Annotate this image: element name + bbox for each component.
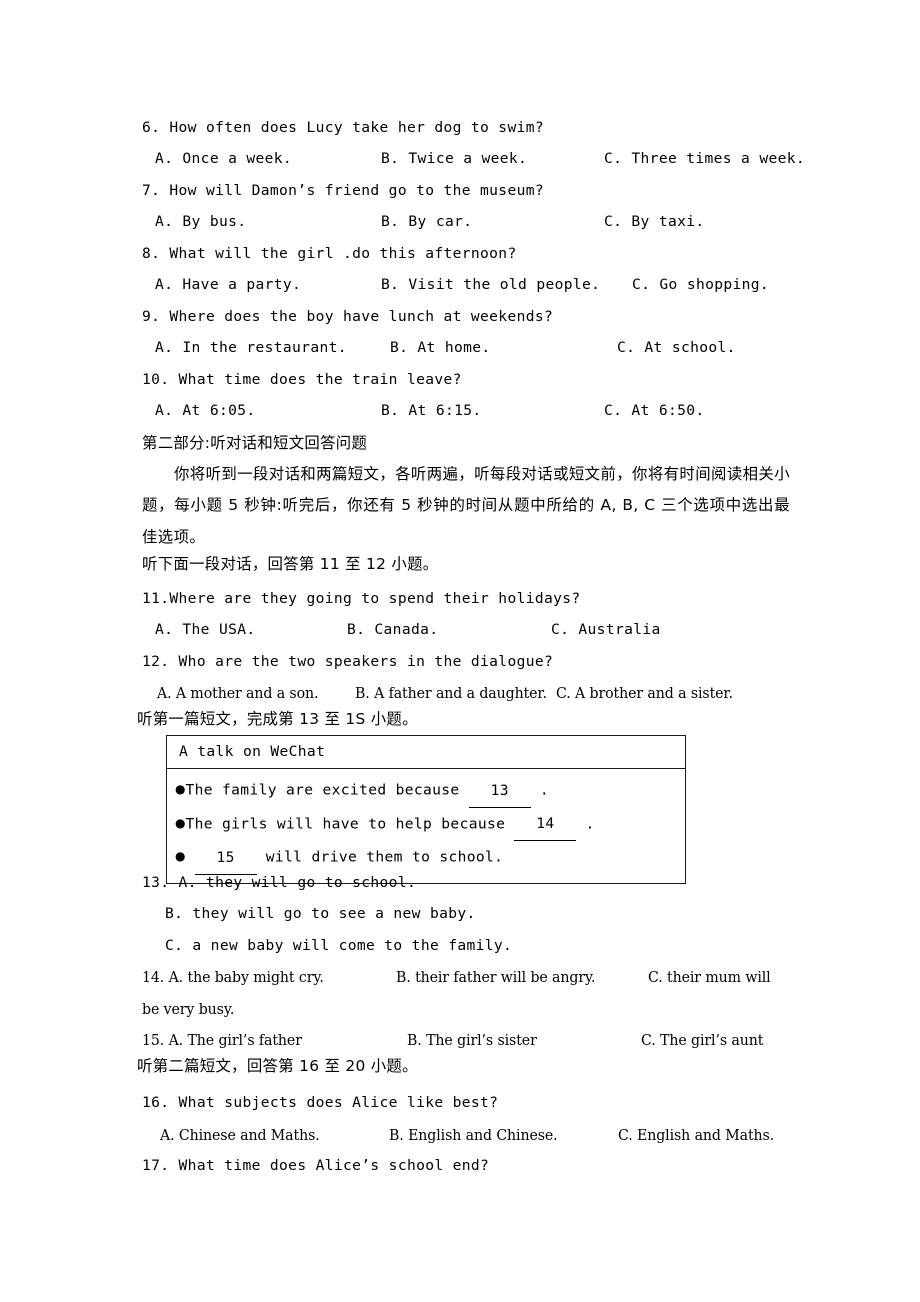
question-13-option-c: C. a new baby will come to the family. — [165, 937, 513, 954]
blank-14[interactable]: 14 — [514, 809, 577, 841]
dialogue-cue: 听下面一段对话，回答第 11 至 12 小题。 — [142, 555, 439, 573]
question-15-option-a: 15. A. The girl’s father — [142, 1031, 302, 1049]
question-8-option-c: C. Go shopping. — [632, 276, 770, 293]
question-10-option-a: A. At 6:05. — [155, 402, 256, 419]
question-7-stem-text: 7. How will Damon’s friend go to the mus… — [142, 182, 544, 199]
passage-one-cue: 听第一篇短文，完成第 13 至 1S 小题。 — [137, 710, 418, 728]
question-14-option-c: C. their mum will — [648, 968, 771, 986]
question-10-option-b: B. At 6:15. — [381, 402, 482, 419]
question-6-option-c: C. Three times a week. — [604, 150, 805, 167]
passage-two-cue: 听第二篇短文，回答第 16 至 20 小题。 — [137, 1057, 418, 1075]
question-6-option-b: B. Twice a week. — [381, 150, 528, 167]
question-14-option-b: B. their father will be angry. — [396, 968, 596, 986]
wechat-note-row-14: ●The girls will have to help because 14 … — [175, 808, 675, 841]
question-10-option-c: C. At 6:50. — [604, 402, 705, 419]
question-10-stem: 10. What time does the train leave? — [142, 371, 462, 388]
bullet-icon: ● — [175, 849, 186, 863]
blank-13[interactable]: 13 — [468, 776, 531, 808]
bullet-icon: ● — [175, 782, 186, 796]
question-7-option-c: C. By taxi. — [604, 213, 705, 230]
wechat-row-14-before: The girls will have to help because — [185, 815, 506, 832]
question-16-option-c: C. English and Maths. — [618, 1126, 775, 1144]
wechat-note-body: ●The family are excited because 13 . ●Th… — [167, 769, 685, 883]
question-9-option-c: C. At school. — [617, 339, 736, 356]
question-11-stem: 11.Where are they going to spend their h… — [142, 590, 581, 607]
wechat-row-13-before: The family are excited because — [185, 781, 460, 799]
part-two-instructions: 你将听到一段对话和两篇短文，各听两遍，听每段对话或短文前，你将有时间阅读相关小题… — [142, 465, 790, 546]
exam-page: 6. How often does Lucy take her dog to s… — [0, 0, 920, 1302]
question-8-option-a: A. Have a party. — [155, 276, 302, 293]
question-8-option-b: B. Visit the old people. — [381, 276, 601, 293]
question-9-option-b: B. At home. — [390, 339, 491, 356]
question-14-wrap: be very busy. — [142, 1000, 235, 1018]
question-12-stem: 12. Who are the two speakers in the dial… — [142, 653, 554, 670]
question-11-option-a: A. The USA. — [155, 621, 256, 638]
question-8-stem: 8. What will the girl .do this afternoon… — [142, 245, 517, 262]
part-two-heading: 第二部分:听对话和短文回答问题 — [142, 434, 368, 452]
question-17-stem: 17. What time does Alice’s school end? — [142, 1157, 490, 1174]
question-12-option-a: A. A mother and a son. — [157, 684, 319, 702]
question-13-option-a: 13. A. they will go to school. — [142, 874, 417, 891]
question-6-stem: 6. How often does Lucy take her dog to s… — [142, 119, 544, 136]
question-6-option-a: A. Once a week. — [155, 150, 293, 167]
question-7-option-a: A. By bus. — [155, 213, 247, 230]
question-12-option-c: C. A brother and a sister. — [556, 684, 733, 702]
question-15-option-b: B. The girl’s sister — [407, 1031, 537, 1049]
bullet-icon: ● — [175, 815, 186, 830]
question-9-option-a: A. In the restaurant. — [155, 339, 347, 356]
question-13-option-b: B. they will go to see a new baby. — [165, 905, 476, 922]
wechat-note-row-15: ● 15 will drive them to school. — [175, 841, 675, 875]
wechat-row-13-after: . — [539, 781, 549, 799]
question-14-option-a: 14. A. the baby might cry. — [142, 968, 324, 986]
wechat-note-box: A talk on WeChat ●The family are excited… — [166, 735, 686, 884]
wechat-note-title: A talk on WeChat — [167, 736, 685, 769]
question-15-option-c: C. The girl’s aunt — [641, 1031, 764, 1049]
question-12-option-b: B. A father and a daughter. — [355, 684, 547, 702]
question-16-option-a: A. Chinese and Maths. — [160, 1126, 320, 1144]
question-16-option-b: B. English and Chinese. — [389, 1126, 558, 1144]
question-7-stem: 7. How will Damon’s friend go to the mus… — [142, 181, 544, 201]
question-11-option-b: B. Canada. — [347, 621, 439, 638]
wechat-row-14-after: . — [585, 815, 595, 832]
blank-15[interactable]: 15 — [194, 843, 257, 875]
question-7-option-b: B. By car. — [381, 213, 473, 230]
question-9-stem: 9. Where does the boy have lunch at week… — [142, 308, 554, 325]
question-11-option-c: C. Australia — [551, 621, 661, 638]
wechat-row-15-after: will drive them to school. — [265, 848, 504, 866]
wechat-note-row-13: ●The family are excited because 13 . — [175, 774, 675, 808]
question-16-stem: 16. What subjects does Alice like best? — [142, 1094, 499, 1111]
